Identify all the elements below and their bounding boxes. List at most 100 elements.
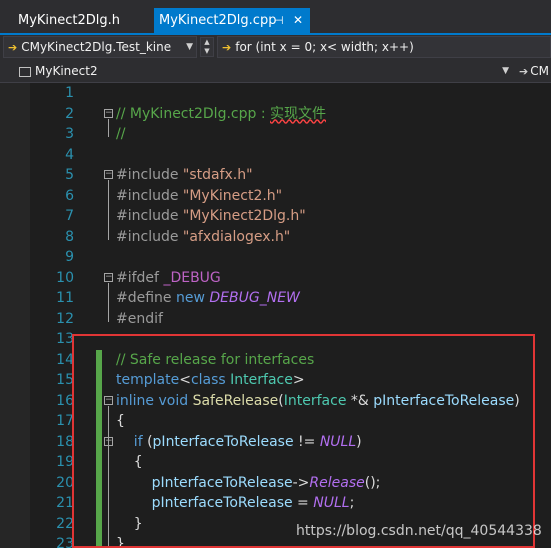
chevron-down-icon: ▼ (502, 66, 509, 76)
fold-minus-icon[interactable]: − (104, 395, 113, 405)
code-token: _DEBUG (163, 269, 221, 286)
project-dropdown[interactable]: MyKinect2 ▼ (15, 61, 512, 81)
code-token: pInterfaceToRelease (116, 495, 293, 511)
scroll-spinner[interactable]: ▲ ▼ (200, 37, 214, 57)
code-line: 7 #include "MyKinect2Dlg.h" (0, 206, 551, 227)
code-line: 17 { (0, 411, 551, 432)
fold-minus-icon[interactable]: − (104, 108, 113, 118)
code-token: #include (116, 167, 183, 183)
code-token: #define (116, 290, 176, 306)
code-line: 6 #include "MyKinect2.h" (0, 186, 551, 207)
code-token: NULL (313, 495, 350, 511)
code-line: 20 pInterfaceToRelease->Release(); (0, 473, 551, 494)
code-token: != (293, 433, 320, 450)
code-token: #include (116, 187, 183, 204)
member-dropdown[interactable]: ➔ CM (517, 61, 551, 81)
line-number: 4 (65, 146, 74, 163)
code-token: #endif (116, 310, 163, 327)
code-line: 4 (0, 145, 551, 166)
line-number: 6 (65, 187, 74, 204)
code-text: #include "MyKinect2Dlg.h" (116, 206, 306, 226)
watermark: https://blog.csdn.net/qq_40544338 (296, 523, 542, 539)
class-dropdown[interactable]: ➔ CMyKinect2Dlg.Test_kine ▼ (3, 36, 197, 58)
code-token: inline (116, 392, 159, 409)
scope-dropdown-value: for (int x = 0; x< width; x++) (235, 40, 414, 54)
navigation-bar: ➔ CMyKinect2Dlg.Test_kine ▼ ▲ ▼ ➔ for (int … (0, 35, 551, 60)
code-token: (); (364, 474, 381, 491)
change-marker-bar (96, 349, 102, 548)
code-token: pInterfaceToRelease (152, 433, 294, 450)
fold-minus-icon[interactable]: − (104, 170, 113, 179)
tab-mykinect2dlg-h[interactable]: MyKinect2Dlg.h (0, 8, 150, 33)
line-number: 18 (56, 433, 74, 450)
code-line: 3 // (0, 124, 551, 145)
code-line: 14 // Safe release for interfaces (0, 350, 551, 371)
scope-dropdown[interactable]: ➔ for (int x = 0; x< width; x++) (217, 36, 551, 58)
pin-icon[interactable]: ⊣ (274, 8, 284, 33)
code-token: Interface (283, 392, 351, 409)
code-line: 19 { (0, 452, 551, 473)
code-token: } (116, 515, 143, 532)
class-dropdown-value: CMyKinect2Dlg.Test_kine (21, 40, 172, 54)
code-line: 12 #endif (0, 309, 551, 330)
fold-guide-line (108, 180, 109, 240)
tab-mykinect2dlg-cpp[interactable]: MyKinect2Dlg.cpp ⊣ ✕ (154, 8, 310, 33)
code-editor[interactable]: 1 2−// MyKinect2Dlg.cpp : 实现文件 3//4 5− #incl… (0, 83, 551, 548)
chevron-down-icon: ▼ (186, 42, 193, 52)
code-token: class (190, 372, 231, 388)
code-token: template (116, 372, 180, 388)
code-token: "MyKinect2Dlg.h" (182, 208, 306, 224)
code-text: // Safe release for interfaces (116, 350, 314, 370)
code-text: } (116, 514, 143, 534)
line-number: 3 (65, 126, 74, 142)
code-token: // (116, 126, 126, 142)
code-line: 21 pInterfaceToRelease = NULL; (0, 493, 551, 514)
arrow-right-icon: ➔ (8, 41, 18, 54)
code-token: Release (309, 474, 365, 491)
fold-guide-line (108, 282, 109, 322)
line-number: 23 (56, 536, 74, 548)
code-text: #define new DEBUG_NEW (116, 288, 300, 308)
line-number: 1 (65, 85, 74, 101)
line-number: 8 (65, 228, 74, 245)
member-dropdown-value: CM (530, 64, 549, 78)
fold-guide-line (108, 446, 109, 527)
fold-minus-icon[interactable]: − (104, 272, 113, 282)
code-text: { (116, 411, 125, 431)
code-token: Interface (230, 372, 293, 388)
code-line: 11 #define new DEBUG_NEW (0, 288, 551, 309)
code-token: *& (350, 392, 374, 409)
code-line: 8 #include "afxdialogex.h" (0, 227, 551, 248)
line-number: 12 (56, 310, 74, 327)
code-token: #include (116, 208, 183, 224)
code-token: = (292, 495, 314, 511)
line-number: 14 (56, 351, 74, 368)
code-token: "MyKinect2.h" (182, 187, 283, 204)
code-line: 13 (0, 329, 551, 350)
arrow-right-icon: ➔ (519, 65, 529, 78)
code-token: "afxdialogex.h" (182, 228, 291, 245)
line-number: 5 (65, 167, 74, 183)
tab-label: MyKinect2Dlg.cpp (159, 13, 277, 28)
code-token: ) (356, 433, 362, 450)
code-token: pInterfaceToRelease (373, 392, 515, 409)
code-line: 2 −// MyKinect2Dlg.cpp : 实现文件 (0, 104, 551, 125)
code-token: pInterfaceToRelease (116, 474, 293, 491)
close-icon[interactable]: ✕ (293, 8, 303, 33)
line-number: 19 (56, 454, 74, 470)
code-token: SafeRelease (192, 392, 279, 409)
code-line: 10 − #ifdef _DEBUG (0, 268, 551, 289)
arrow-right-icon: ➔ (222, 41, 232, 54)
line-number: 16 (56, 392, 74, 409)
code-token: new (176, 290, 210, 306)
code-text: #include "MyKinect2.h" (116, 186, 282, 206)
line-number: 11 (56, 290, 74, 306)
line-number: 17 (56, 413, 74, 429)
code-token: DEBUG_NEW (209, 290, 300, 306)
line-number: 10 (56, 269, 74, 286)
code-line: 1 (0, 83, 551, 104)
code-token: 实现文件 (270, 105, 326, 122)
code-token: ; (349, 495, 355, 511)
tab-label: MyKinect2Dlg.h (18, 13, 121, 28)
code-line: 9 (0, 247, 551, 268)
